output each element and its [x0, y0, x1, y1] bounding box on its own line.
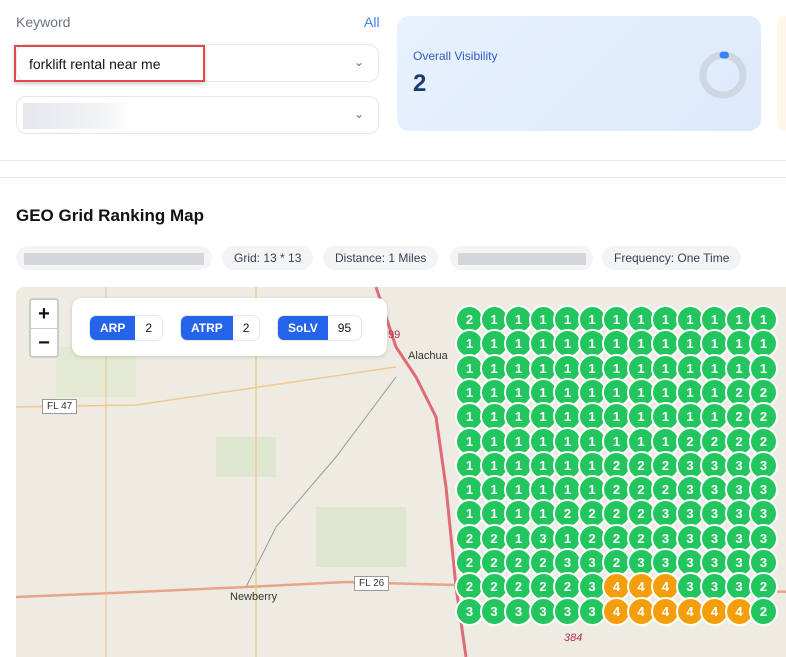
- section-title: GEO Grid Ranking Map: [16, 206, 204, 225]
- metric-solv: SoLV 95: [277, 315, 363, 341]
- map-label-fl26: FL 26: [354, 576, 390, 591]
- all-keywords-link[interactable]: All: [364, 14, 380, 30]
- visibility-donut: [699, 51, 747, 99]
- zoom-out-button[interactable]: −: [31, 328, 57, 357]
- location-select[interactable]: ⌄: [16, 96, 379, 134]
- metric-arp: ARP 2: [89, 315, 164, 341]
- map-label-alachua: Alachua: [408, 350, 448, 362]
- divider: [0, 177, 786, 178]
- visibility-value: 2: [413, 70, 427, 97]
- overall-visibility-card: Overall Visibility 2: [397, 16, 761, 131]
- visibility-title: Overall Visibility: [413, 49, 498, 63]
- map-label-fl47: FL 47: [42, 399, 78, 414]
- metrics-panel: ARP 2 ATRP 2 SoLV 95: [72, 298, 387, 356]
- map-label-newberry: Newberry: [230, 591, 278, 603]
- map-label-99: 99: [388, 329, 401, 341]
- keyword-highlight-box: [14, 45, 205, 82]
- zoom-in-button[interactable]: +: [31, 300, 57, 328]
- next-card: [777, 16, 786, 131]
- metric-atrp: ATRP 2: [180, 315, 261, 341]
- zoom-control: + −: [29, 298, 59, 358]
- redacted-location: [23, 103, 128, 129]
- chevron-down-icon: ⌄: [353, 107, 364, 121]
- chip-redacted: [450, 246, 593, 270]
- chip-redacted: [16, 246, 212, 270]
- chip-grid: Grid: 13 * 13: [222, 246, 314, 270]
- chip-frequency: Frequency: One Time: [602, 246, 742, 270]
- chip-distance: Distance: 1 Miles: [323, 246, 439, 270]
- divider: [0, 160, 786, 161]
- keyword-label: Keyword: [16, 14, 71, 30]
- chevron-down-icon: ⌄: [353, 55, 364, 69]
- grid-pin[interactable]: 2: [749, 596, 778, 626]
- map-label-384: 384: [564, 632, 583, 644]
